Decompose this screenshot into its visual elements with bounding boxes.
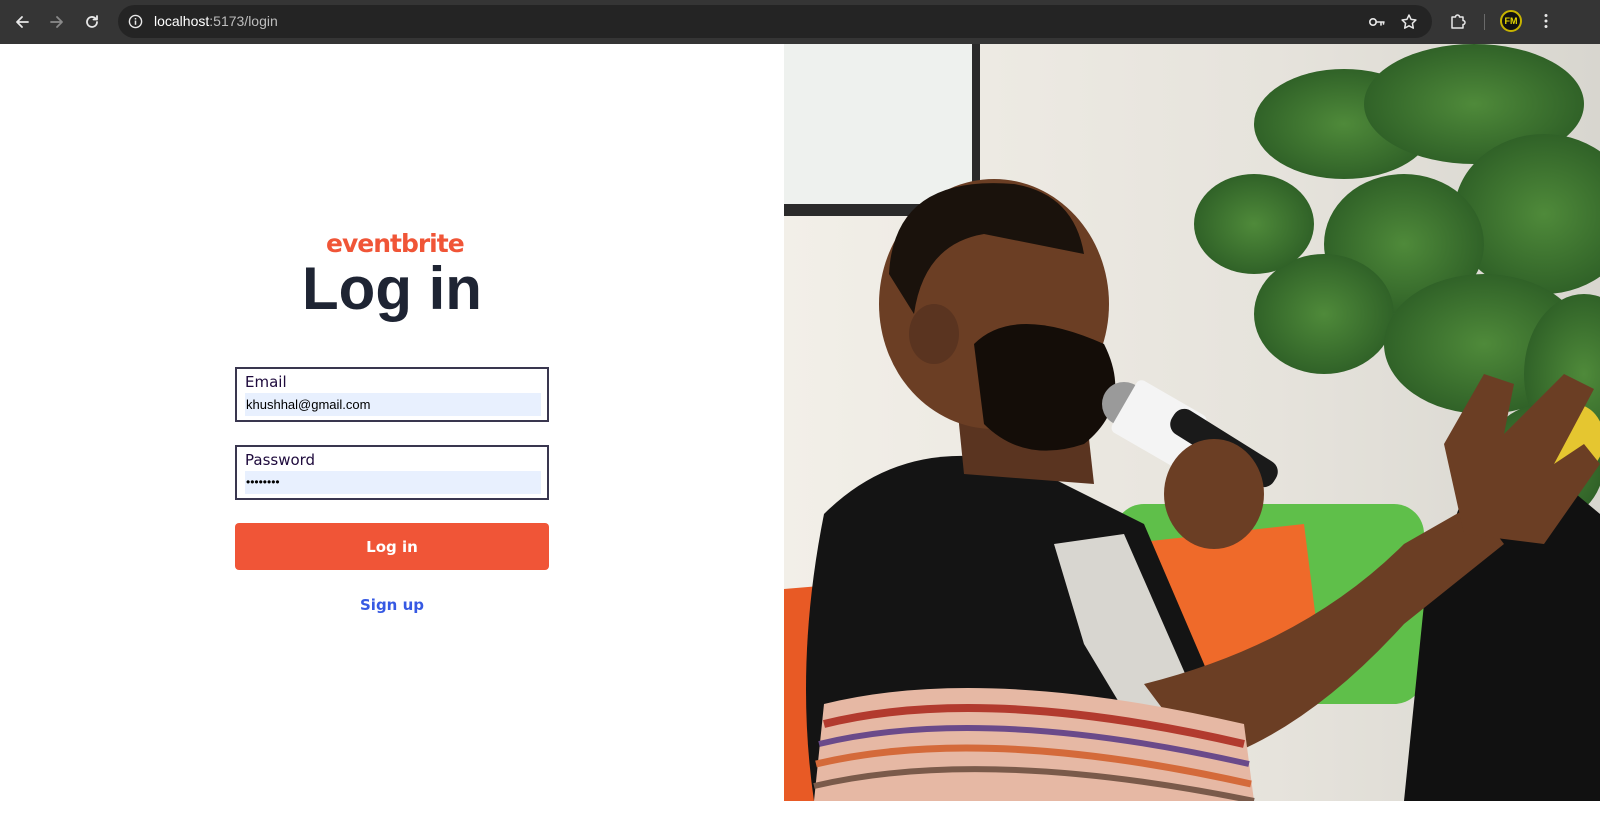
browser-toolbar: localhost:5173/login FM	[0, 0, 1600, 44]
site-info-icon	[128, 14, 143, 29]
password-field[interactable]: Password ••••••••	[235, 445, 549, 500]
email-field[interactable]: Email khushhal@gmail.com	[235, 367, 549, 422]
password-input[interactable]: ••••••••	[245, 471, 541, 494]
address-bar[interactable]: localhost:5173/login	[118, 5, 1432, 38]
extensions-icon	[1451, 14, 1466, 29]
page: eventbrite Log in Email khushhal@gmail.c…	[0, 44, 1600, 817]
password-label: Password	[245, 451, 316, 469]
password-key-icon	[1368, 18, 1385, 27]
photo-bottom-gap	[784, 801, 1600, 817]
browser-menu-button[interactable]	[1535, 10, 1557, 32]
password-key-button[interactable]	[1367, 12, 1387, 32]
profile-avatar[interactable]: FM	[1500, 10, 1522, 32]
bookmark-star-icon	[1401, 14, 1417, 29]
login-panel: eventbrite Log in Email khushhal@gmail.c…	[0, 44, 784, 817]
reload-icon	[86, 15, 98, 28]
speaker-photo-illustration	[784, 44, 1600, 801]
hero-photo	[784, 44, 1600, 801]
forward-button[interactable]	[43, 8, 71, 36]
extensions-button[interactable]	[1447, 10, 1469, 32]
signup-link[interactable]: Sign up	[0, 596, 784, 614]
email-label: Email	[245, 373, 287, 391]
bookmark-button[interactable]	[1399, 12, 1419, 32]
back-icon	[16, 16, 29, 28]
site-info-button[interactable]	[125, 11, 146, 32]
url-path: :5173/login	[209, 13, 278, 29]
page-title: Log in	[302, 255, 482, 322]
login-button[interactable]: Log in	[235, 523, 549, 570]
forward-icon	[50, 16, 63, 28]
url-host: localhost	[154, 13, 210, 29]
reload-button[interactable]	[78, 8, 106, 36]
back-button[interactable]	[8, 8, 36, 36]
url-text: localhost:5173/login	[154, 13, 278, 29]
toolbar-divider	[1484, 14, 1485, 30]
email-input[interactable]: khushhal@gmail.com	[245, 393, 541, 416]
menu-kebab-icon	[1544, 14, 1548, 28]
